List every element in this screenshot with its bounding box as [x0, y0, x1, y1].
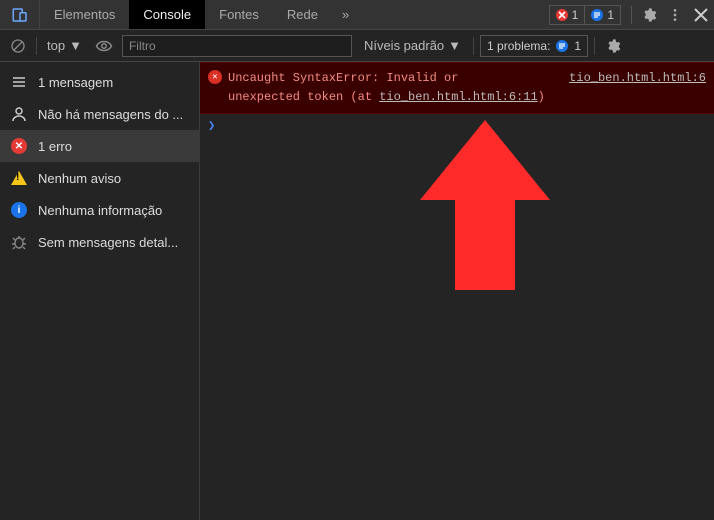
- tab-network[interactable]: Rede: [273, 0, 332, 29]
- warning-icon: [10, 169, 28, 187]
- issues-count: 1: [574, 39, 581, 53]
- live-expression-icon[interactable]: [92, 34, 116, 58]
- error-source-link[interactable]: tio_ben.html.html:6: [569, 69, 706, 88]
- tab-sources[interactable]: Fontes: [205, 0, 273, 29]
- issues-badge[interactable]: 1: [585, 5, 621, 25]
- issue-dot-icon: [591, 9, 603, 21]
- sidebar-item-errors[interactable]: ✕ 1 erro: [0, 130, 199, 162]
- user-icon: [10, 105, 28, 123]
- separator: [594, 37, 595, 55]
- tabs-overflow[interactable]: »: [332, 7, 359, 22]
- context-label: top: [47, 38, 65, 53]
- error-badge-icon: ✕: [208, 70, 222, 84]
- settings-icon[interactable]: [636, 2, 662, 28]
- sidebar-item-label: Não há mensagens do ...: [38, 107, 183, 122]
- separator: [36, 37, 37, 55]
- info-icon: i: [10, 201, 28, 219]
- error-icon: ✕: [10, 137, 28, 155]
- errors-count: 1: [572, 8, 579, 22]
- clear-console-icon[interactable]: [6, 34, 30, 58]
- kebab-menu-icon[interactable]: [662, 2, 688, 28]
- console-output: ✕ tio_ben.html.html:6 Uncaught SyntaxErr…: [200, 62, 714, 520]
- issues-label: 1 problema:: [487, 39, 550, 53]
- log-levels-selector[interactable]: Níveis padrão ▼: [358, 38, 467, 53]
- sidebar-item-label: 1 erro: [38, 139, 72, 154]
- context-selector[interactable]: top ▼: [43, 38, 86, 53]
- console-sidebar: 1 mensagem Não há mensagens do ... ✕ 1 e…: [0, 62, 200, 520]
- console-toolbar: top ▼ Níveis padrão ▼ 1 problema: 1: [0, 30, 714, 62]
- filter-input[interactable]: [122, 35, 352, 57]
- separator: [473, 37, 474, 55]
- sidebar-item-label: Sem mensagens detal...: [38, 235, 178, 250]
- error-dot-icon: [556, 9, 568, 21]
- sidebar-item-info[interactable]: i Nenhuma informação: [0, 194, 199, 226]
- console-settings-icon[interactable]: [601, 34, 625, 58]
- issue-dot-icon: [556, 40, 568, 52]
- error-message-row[interactable]: ✕ tio_ben.html.html:6 Uncaught SyntaxErr…: [200, 62, 714, 114]
- sidebar-item-all-messages[interactable]: 1 mensagem: [0, 66, 199, 98]
- sidebar-item-label: Nenhum aviso: [38, 171, 121, 186]
- error-location-link[interactable]: tio_ben.html.html:6:11: [379, 90, 537, 104]
- error-text-tail: ): [538, 90, 545, 104]
- chevron-down-icon: ▼: [69, 38, 82, 53]
- sidebar-item-user-messages[interactable]: Não há mensagens do ...: [0, 98, 199, 130]
- main-area: 1 mensagem Não há mensagens do ... ✕ 1 e…: [0, 62, 714, 520]
- levels-label: Níveis padrão: [364, 38, 444, 53]
- bug-icon: [10, 233, 28, 251]
- issues-button[interactable]: 1 problema: 1: [480, 35, 588, 57]
- error-text-line1: Uncaught SyntaxError: Invalid or: [228, 71, 458, 85]
- close-icon[interactable]: [688, 2, 714, 28]
- console-prompt[interactable]: ❯: [200, 114, 714, 137]
- error-text-line2: unexpected token (at: [228, 90, 379, 104]
- tab-elements[interactable]: Elementos: [40, 0, 129, 29]
- status-badges: 1 1: [549, 5, 621, 25]
- sidebar-item-verbose[interactable]: Sem mensagens detal...: [0, 226, 199, 258]
- device-toggle-icon[interactable]: [0, 0, 40, 29]
- sidebar-item-warnings[interactable]: Nenhum aviso: [0, 162, 199, 194]
- list-icon: [10, 73, 28, 91]
- devtools-tabbar: Elementos Console Fontes Rede » 1 1: [0, 0, 714, 30]
- prompt-caret-icon: ❯: [208, 119, 215, 133]
- sidebar-item-label: Nenhuma informação: [38, 203, 162, 218]
- tab-console[interactable]: Console: [129, 0, 205, 29]
- chevron-down-icon: ▼: [448, 38, 461, 53]
- issues-count: 1: [607, 8, 614, 22]
- sidebar-item-label: 1 mensagem: [38, 75, 113, 90]
- separator: [631, 6, 632, 24]
- errors-badge[interactable]: 1: [549, 5, 586, 25]
